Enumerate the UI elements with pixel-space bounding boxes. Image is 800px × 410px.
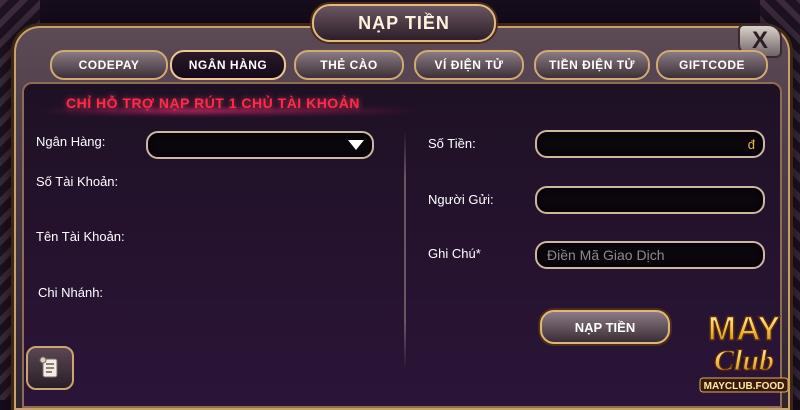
bank-select-value[interactable] xyxy=(148,133,372,157)
account-name-label: Tên Tài Khoản: xyxy=(36,229,125,244)
sender-input[interactable] xyxy=(537,188,763,212)
tab-the-cao[interactable]: THẺ CÀO xyxy=(294,50,404,80)
amount-input[interactable] xyxy=(537,132,763,156)
history-button[interactable] xyxy=(26,346,74,390)
sender-label: Người Gửi: xyxy=(428,192,494,207)
chevron-down-icon xyxy=(348,140,364,150)
branch-label: Chi Nhánh: xyxy=(38,285,104,300)
account-number-label: Số Tài Khoản: xyxy=(36,174,119,189)
tab-label: TIỀN ĐIỆN TỬ xyxy=(549,58,635,72)
form-divider xyxy=(404,130,406,370)
sender-field[interactable] xyxy=(535,186,765,214)
notice-text: CHỈ HỖ TRỢ NẠP RÚT 1 CHỦ TÀI KHOẢN xyxy=(66,95,360,111)
submit-label: NẠP TIỀN xyxy=(574,319,636,335)
submit-deposit-button[interactable]: NẠP TIỀN xyxy=(540,310,670,344)
tab-label: VÍ ĐIỆN TỬ xyxy=(434,58,504,72)
logo-domain: MAYCLUB.FOOD xyxy=(704,381,785,392)
deposit-dialog xyxy=(14,26,790,410)
tab-tien-dien-tu[interactable]: TIỀN ĐIỆN TỬ xyxy=(534,50,650,80)
tab-vi-dien-tu[interactable]: VÍ ĐIỆN TỬ xyxy=(414,50,524,80)
tab-codepay[interactable]: CODEPAY xyxy=(50,50,168,80)
tab-giftcode[interactable]: GIFTCODE xyxy=(656,50,768,80)
tab-label: THẺ CÀO xyxy=(320,58,378,72)
bank-label: Ngân Hàng: xyxy=(36,134,106,149)
mayclub-logo: MAY Club MAYCLUB.FOOD xyxy=(699,309,789,393)
tab-label: GIFTCODE xyxy=(679,58,745,72)
dialog-title-plate: NẠP TIỀN xyxy=(312,4,496,42)
scroll-history-icon xyxy=(39,356,58,378)
logo-word-may: MAY xyxy=(708,310,781,348)
note-label: Ghi Chú* xyxy=(428,246,481,261)
amount-label: Số Tiền: xyxy=(428,136,476,151)
tab-label: NGÂN HÀNG xyxy=(188,58,268,72)
note-input[interactable] xyxy=(537,243,763,267)
note-field[interactable] xyxy=(535,241,765,269)
amount-field[interactable]: đ xyxy=(535,130,765,158)
currency-symbol: đ xyxy=(747,137,755,152)
dialog-title: NẠP TIỀN xyxy=(358,12,450,33)
bank-select[interactable] xyxy=(146,131,374,159)
tab-label: CODEPAY xyxy=(78,58,140,72)
logo-word-club: Club xyxy=(714,344,774,377)
tab-ngan-hang[interactable]: NGÂN HÀNG xyxy=(170,50,286,80)
